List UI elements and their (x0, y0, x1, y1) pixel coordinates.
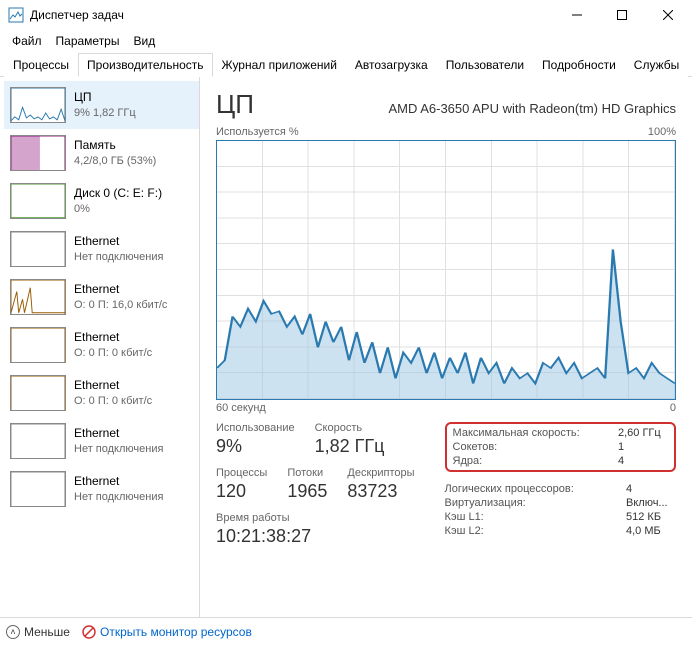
stat-handles-label: Дескрипторы (347, 467, 414, 479)
app-icon (8, 7, 24, 23)
spec-key: Виртуализация: (445, 497, 526, 509)
tab-performance[interactable]: Производительность (78, 53, 212, 77)
spec-key: Логических процессоров: (445, 483, 574, 495)
axis-right: 0 (670, 402, 676, 414)
sidebar[interactable]: ЦП9% 1,82 ГГцПамять4,2/8,0 ГБ (53%)Диск … (0, 77, 200, 617)
menubar: Файл Параметры Вид (0, 30, 692, 52)
sidebar-sub-2: 0% (74, 202, 162, 216)
spec-value: 2,60 ГГц (618, 427, 668, 439)
tab-users[interactable]: Пользователи (437, 53, 533, 77)
sidebar-thumb-6 (10, 375, 66, 411)
sidebar-thumb-1 (10, 135, 66, 171)
sidebar-item-3[interactable]: EthernetНет подключения (4, 225, 199, 273)
minimize-button[interactable] (554, 0, 599, 30)
resource-monitor-link[interactable]: Открыть монитор ресурсов (82, 625, 252, 639)
tab-services[interactable]: Службы (625, 53, 688, 77)
sidebar-sub-0: 9% 1,82 ГГц (74, 106, 136, 120)
sidebar-item-2[interactable]: Диск 0 (C: E: F:)0% (4, 177, 199, 225)
sidebar-title-8: Ethernet (74, 474, 163, 490)
sidebar-sub-6: О: 0 П: 0 кбит/с (74, 394, 152, 408)
fewer-details-label: Меньше (24, 625, 70, 639)
stat-uptime: 10:21:38:27 (216, 526, 415, 547)
sidebar-thumb-0 (10, 87, 66, 123)
sidebar-title-3: Ethernet (74, 234, 163, 250)
sidebar-item-1[interactable]: Память4,2/8,0 ГБ (53%) (4, 129, 199, 177)
sidebar-sub-4: О: 0 П: 16,0 кбит/с (74, 298, 167, 312)
sidebar-sub-8: Нет подключения (74, 490, 163, 504)
sidebar-thumb-5 (10, 327, 66, 363)
stat-speed: 1,82 ГГц (315, 436, 385, 457)
stat-processes-label: Процессы (216, 467, 267, 479)
menu-view[interactable]: Вид (127, 32, 161, 50)
spec-key: Максимальная скорость: (453, 427, 580, 439)
sidebar-thumb-4 (10, 279, 66, 315)
sidebar-title-2: Диск 0 (C: E: F:) (74, 186, 162, 202)
stat-usage-label: Использование (216, 422, 295, 434)
sidebar-title-7: Ethernet (74, 426, 163, 442)
spec-key: Кэш L2: (445, 525, 484, 537)
sidebar-sub-7: Нет подключения (74, 442, 163, 456)
spec-value: 4,0 МБ (626, 525, 676, 537)
chevron-up-icon: ˄ (6, 625, 20, 639)
stat-usage: 9% (216, 436, 295, 457)
main-heading: ЦП (216, 89, 254, 120)
sidebar-item-8[interactable]: EthernetНет подключения (4, 465, 199, 513)
axis-left: 60 секунд (216, 402, 266, 414)
spec-value: 1 (618, 441, 668, 453)
tabs: Процессы Производительность Журнал прило… (0, 52, 692, 77)
spec-value: 4 (618, 455, 668, 467)
spec-key: Сокетов: (453, 441, 498, 453)
main-panel: ЦП AMD A6-3650 APU with Radeon(tm) HD Gr… (200, 77, 692, 617)
window-title: Диспетчер задач (30, 8, 554, 22)
menu-file[interactable]: Файл (6, 32, 48, 50)
chart-title: Используется % (216, 126, 299, 138)
tab-app-history[interactable]: Журнал приложений (213, 53, 346, 77)
menu-options[interactable]: Параметры (50, 32, 126, 50)
highlighted-specs: Максимальная скорость: 2,60 ГГц Сокетов: 1 Я… (445, 422, 676, 472)
tab-startup[interactable]: Автозагрузка (346, 53, 437, 77)
sidebar-item-5[interactable]: EthernetО: 0 П: 0 кбит/с (4, 321, 199, 369)
sidebar-item-7[interactable]: EthernetНет подключения (4, 417, 199, 465)
sidebar-sub-5: О: 0 П: 0 кбит/с (74, 346, 152, 360)
stat-processes: 120 (216, 481, 267, 502)
other-specs: Логических процессоров: 4 Виртуализация: Вк… (445, 482, 676, 538)
resource-monitor-label: Открыть монитор ресурсов (100, 625, 252, 639)
stat-threads: 1965 (287, 481, 327, 502)
sidebar-title-1: Память (74, 138, 156, 154)
chart-max: 100% (648, 126, 676, 138)
sidebar-title-5: Ethernet (74, 330, 152, 346)
sidebar-thumb-7 (10, 423, 66, 459)
sidebar-item-6[interactable]: EthernetО: 0 П: 0 кбит/с (4, 369, 199, 417)
sidebar-item-4[interactable]: EthernetО: 0 П: 16,0 кбит/с (4, 273, 199, 321)
footer: ˄ Меньше Открыть монитор ресурсов (0, 617, 692, 645)
stat-speed-label: Скорость (315, 422, 385, 434)
cpu-model: AMD A6-3650 APU with Radeon(tm) HD Graph… (388, 101, 676, 116)
spec-value: Включ... (626, 497, 676, 509)
sidebar-sub-3: Нет подключения (74, 250, 163, 264)
spec-value: 4 (626, 483, 676, 495)
fewer-details-button[interactable]: ˄ Меньше (6, 625, 70, 639)
stat-handles: 83723 (347, 481, 414, 502)
stat-uptime-label: Время работы (216, 512, 415, 524)
sidebar-thumb-8 (10, 471, 66, 507)
close-button[interactable] (644, 0, 692, 30)
spec-key: Кэш L1: (445, 511, 484, 523)
sidebar-thumb-3 (10, 231, 66, 267)
spec-value: 512 КБ (626, 511, 676, 523)
sidebar-sub-1: 4,2/8,0 ГБ (53%) (74, 154, 156, 168)
sidebar-item-0[interactable]: ЦП9% 1,82 ГГц (4, 81, 199, 129)
sidebar-title-6: Ethernet (74, 378, 152, 394)
sidebar-title-4: Ethernet (74, 282, 167, 298)
maximize-button[interactable] (599, 0, 644, 30)
tab-details[interactable]: Подробности (533, 53, 625, 77)
sidebar-thumb-2 (10, 183, 66, 219)
stat-threads-label: Потоки (287, 467, 327, 479)
cpu-chart (216, 140, 676, 400)
titlebar: Диспетчер задач (0, 0, 692, 30)
spec-key: Ядра: (453, 455, 483, 467)
resource-monitor-icon (82, 625, 96, 639)
tab-processes[interactable]: Процессы (4, 53, 78, 77)
sidebar-title-0: ЦП (74, 90, 136, 106)
